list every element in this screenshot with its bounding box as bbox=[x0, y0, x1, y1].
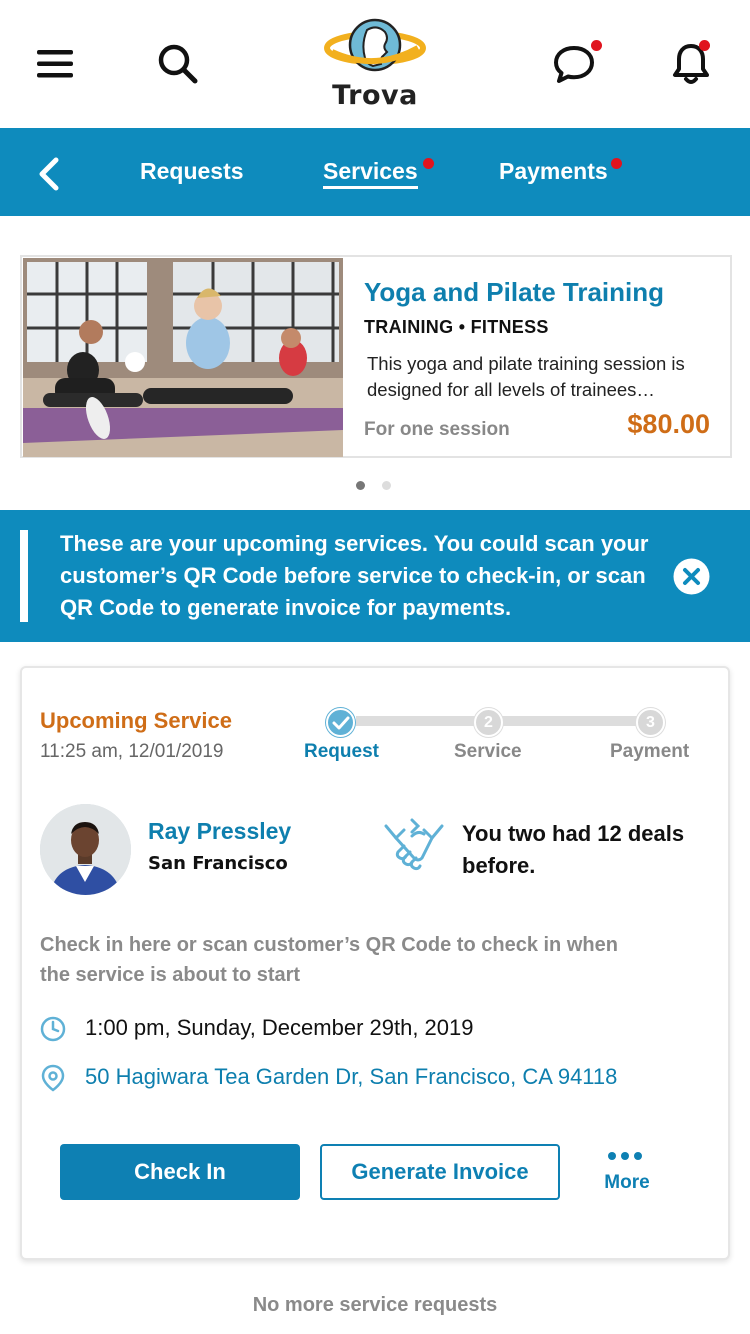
check-in-hint: Check in here or scan customer’s QR Code… bbox=[40, 934, 618, 986]
service-datetime: 1:00 pm, Sunday, December 29th, 2019 bbox=[85, 1015, 474, 1040]
carousel-dot-active[interactable] bbox=[356, 481, 365, 490]
chevron-left-icon[interactable] bbox=[34, 154, 64, 194]
empty-list-note: No more service requests bbox=[252, 1294, 498, 1316]
top-bar: Trova bbox=[0, 0, 750, 128]
clock-icon bbox=[40, 1016, 66, 1042]
step-service-label: Service bbox=[454, 741, 522, 762]
banner-accent-bar bbox=[20, 530, 28, 622]
step-2-circle: 2 bbox=[474, 708, 503, 737]
step-request-label: Request bbox=[304, 741, 379, 762]
progress-line-1 bbox=[356, 716, 476, 726]
service-address-link[interactable]: 50 Hagiwara Tea Garden Dr, San Francisco… bbox=[85, 1064, 617, 1090]
service-description: This yoga and pilate training session is… bbox=[367, 353, 685, 400]
handshake-icon bbox=[382, 816, 446, 876]
upcoming-timestamp: 11:25 am, 12/01/2019 bbox=[40, 741, 224, 762]
generate-invoice-button[interactable]: Generate Invoice bbox=[320, 1144, 560, 1200]
step-3-circle: 3 bbox=[636, 708, 665, 737]
deals-history-text: You two had 12 deals before. bbox=[462, 821, 685, 878]
banner-message: These are your upcoming services. You co… bbox=[60, 531, 649, 620]
location-pin-icon bbox=[40, 1064, 66, 1092]
bell-icon[interactable] bbox=[663, 36, 719, 92]
section-tabs-bar: Requests Services Payments bbox=[0, 128, 750, 216]
tab-requests[interactable]: Requests bbox=[140, 158, 244, 185]
tab-services[interactable]: Services bbox=[323, 158, 418, 189]
messages-badge bbox=[591, 40, 602, 51]
notifications-badge bbox=[699, 40, 710, 51]
more-dots-icon bbox=[608, 1152, 642, 1160]
more-button[interactable]: More bbox=[590, 1144, 664, 1200]
customer-city: San Francisco bbox=[148, 853, 288, 874]
more-label: More bbox=[604, 1172, 650, 1193]
service-photo bbox=[23, 258, 343, 457]
carousel-indicator bbox=[0, 481, 750, 491]
session-label: For one session bbox=[364, 419, 510, 440]
trova-logo: Trova bbox=[322, 18, 428, 111]
check-in-button[interactable]: Check In bbox=[60, 1144, 300, 1200]
service-category: TRAINING • FITNESS bbox=[364, 317, 549, 337]
brand-name: Trova bbox=[332, 80, 418, 111]
featured-service-card[interactable]: Yoga and Pilate Training TRAINING • FITN… bbox=[20, 255, 732, 458]
search-icon[interactable] bbox=[150, 36, 206, 92]
service-title: Yoga and Pilate Training bbox=[364, 277, 665, 307]
carousel-dot[interactable] bbox=[382, 481, 391, 490]
close-circle-icon[interactable] bbox=[673, 558, 710, 595]
tab-payments[interactable]: Payments bbox=[499, 158, 608, 185]
info-banner: These are your upcoming services. You co… bbox=[0, 510, 750, 642]
service-price: $80.00 bbox=[627, 409, 710, 439]
services-badge bbox=[423, 158, 434, 169]
avatar[interactable] bbox=[40, 804, 131, 895]
progress-line-2 bbox=[502, 716, 642, 726]
step-payment-label: Payment bbox=[610, 741, 690, 762]
upcoming-title: Upcoming Service bbox=[40, 708, 232, 733]
check-icon bbox=[326, 708, 355, 737]
hamburger-icon[interactable] bbox=[28, 36, 84, 92]
upcoming-service-card: Upcoming Service 11:25 am, 12/01/2019 2 … bbox=[20, 666, 730, 1260]
payments-badge bbox=[611, 158, 622, 169]
customer-name[interactable]: Ray Pressley bbox=[148, 818, 291, 845]
